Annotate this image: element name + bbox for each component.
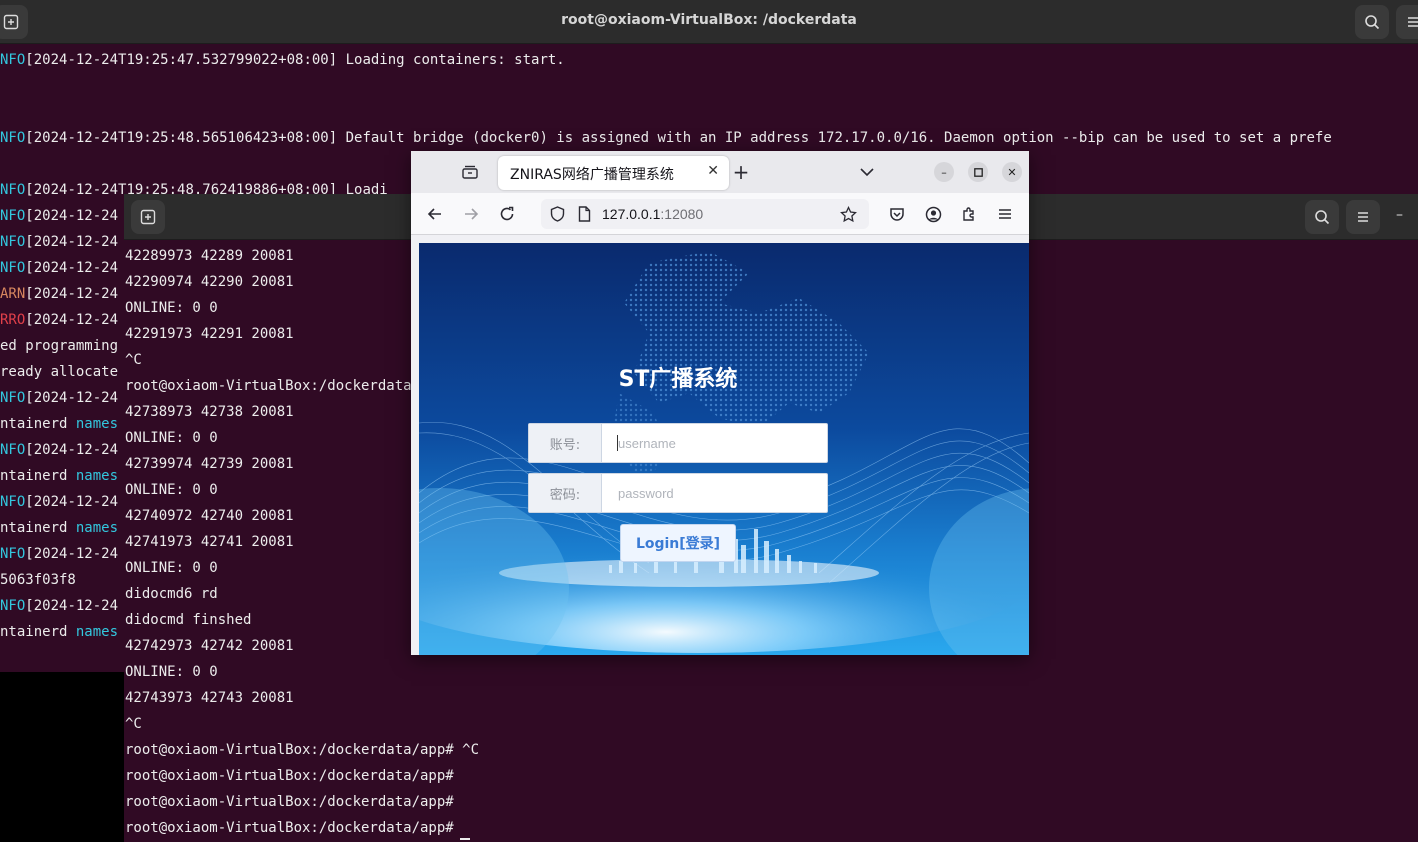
hamburger-menu-icon xyxy=(1358,212,1368,222)
terminal-line: 42739974 42739 20081 xyxy=(125,456,294,472)
minimize-icon[interactable]: – xyxy=(1396,207,1403,223)
terminal-line: root@oxiaom-VirtualBox:/dockerdata/app# xyxy=(125,794,454,810)
terminal-line: NFO[2024-12-24 xyxy=(0,494,119,510)
terminal-line: ONLINE: 0 0 xyxy=(125,300,218,316)
minimize-icon[interactable]: – xyxy=(934,162,954,182)
tab-bar: ZNIRAS网络广播管理系统 ✕ + – ✕ xyxy=(411,151,1029,193)
hamburger-menu-icon xyxy=(1408,17,1418,27)
terminal-line: NFO[2024-12-24 xyxy=(0,598,119,614)
close-icon[interactable]: ✕ xyxy=(1002,162,1022,182)
account-icon[interactable] xyxy=(923,204,943,224)
tab-title: ZNIRAS网络广播管理系统 xyxy=(510,167,674,183)
terminal-line: 42738973 42738 20081 xyxy=(125,404,294,420)
terminal-line: ONLINE: 0 0 xyxy=(125,482,218,498)
search-button[interactable] xyxy=(1355,5,1389,39)
password-field[interactable]: 密码: xyxy=(528,473,828,513)
url-bar[interactable]: 127.0.0.1:12080 xyxy=(541,199,869,229)
page-icon[interactable] xyxy=(575,205,593,223)
terminal-line: root@oxiaom-VirtualBox:/dockerdata/app# xyxy=(125,768,454,784)
login-page: ST广播系统 账号: 密码: Login[登录] xyxy=(419,243,1029,655)
username-field[interactable]: 账号: xyxy=(528,423,828,463)
puzzle-icon[interactable] xyxy=(959,204,979,224)
text-caret xyxy=(617,435,618,451)
terminal-line: RRO[2024-12-24 xyxy=(0,312,119,328)
close-icon[interactable]: ✕ xyxy=(707,163,719,179)
terminal-line: ^C xyxy=(125,352,142,368)
chevron-down-icon[interactable] xyxy=(856,163,878,181)
shield-icon[interactable] xyxy=(548,205,566,223)
terminal-line: 42740972 42740 20081 xyxy=(125,508,294,524)
terminal-line: ARN[2024-12-24 xyxy=(0,286,119,302)
arrow-left-icon[interactable] xyxy=(425,204,445,224)
pocket-icon[interactable] xyxy=(887,204,907,224)
terminal-line: 42741973 42741 20081 xyxy=(125,534,294,550)
terminal-header-back: root@oxiaom-VirtualBox: /dockerdata xyxy=(0,0,1418,44)
terminal-line: ntainerd names xyxy=(0,416,119,432)
new-tab-button[interactable] xyxy=(131,200,165,234)
terminal-prompt[interactable]: root@oxiaom-VirtualBox:/dockerdata/app# xyxy=(125,820,470,840)
new-tab-icon xyxy=(140,209,156,225)
terminal-line: ntainerd names xyxy=(0,624,119,640)
terminal-line: ONLINE: 0 0 xyxy=(125,430,218,446)
terminal-line: NFO[2024-12-24T19:25:48.565106423+08:00]… xyxy=(0,130,1332,146)
terminal-line: ntainerd names xyxy=(0,520,119,536)
terminal-line: NFO[2024-12-24 xyxy=(0,390,119,406)
username-label: 账号: xyxy=(529,424,602,462)
terminal-line: ready allocate xyxy=(0,364,119,380)
terminal-line: root@oxiaom-VirtualBox:/dockerdata/app# xyxy=(125,378,454,394)
password-input[interactable] xyxy=(603,474,827,512)
terminal-line: 5063f03f8 xyxy=(0,572,76,588)
terminal-line: ONLINE: 0 0 xyxy=(125,664,218,680)
terminal-line: 42290974 42290 20081 xyxy=(125,274,294,290)
search-icon xyxy=(1315,210,1330,225)
terminal-line: NFO[2024-12-24 xyxy=(0,442,119,458)
url-text: 127.0.0.1:12080 xyxy=(602,206,704,222)
terminal-line: 42289973 42289 20081 xyxy=(125,248,294,264)
terminal-line: root@oxiaom-VirtualBox:/dockerdata/app# … xyxy=(125,742,480,758)
tab-active[interactable]: ZNIRAS网络广播管理系统 ✕ xyxy=(498,156,729,190)
terminal-cursor xyxy=(459,838,470,840)
maximize-icon[interactable] xyxy=(968,162,988,182)
star-icon[interactable] xyxy=(839,205,857,223)
navigation-toolbar: 127.0.0.1:12080 xyxy=(411,193,1029,235)
terminal-line: ed programming xyxy=(0,338,119,354)
menu-button[interactable] xyxy=(1346,200,1380,234)
terminal-line: 42742973 42742 20081 xyxy=(125,638,294,654)
menu-button[interactable] xyxy=(1396,5,1418,39)
terminal-line: NFO[2024-12-24 xyxy=(0,260,119,276)
browser-window[interactable]: ZNIRAS网络广播管理系统 ✕ + – ✕ 127.0.0.1:12080 S… xyxy=(411,151,1029,655)
login-title: ST广播系统 xyxy=(618,367,738,392)
terminal-line: 42743973 42743 20081 xyxy=(125,690,294,706)
plus-icon[interactable]: + xyxy=(730,160,752,184)
search-button[interactable] xyxy=(1305,200,1339,234)
terminal-title: root@oxiaom-VirtualBox: /dockerdata xyxy=(561,12,857,28)
terminal-line: ntainerd names xyxy=(0,468,119,484)
terminal-line: NFO[2024-12-24 xyxy=(0,208,119,224)
username-input[interactable] xyxy=(603,424,827,462)
terminal-line: ^C xyxy=(125,716,142,732)
terminal-line: didocmd finshed xyxy=(125,612,252,628)
terminal-line: NFO[2024-12-24T19:25:47.532799022+08:00]… xyxy=(0,52,565,68)
terminal-line: ONLINE: 0 0 xyxy=(125,560,218,576)
terminal-line: 42291973 42291 20081 xyxy=(125,326,294,342)
password-label: 密码: xyxy=(529,474,602,512)
reload-icon[interactable] xyxy=(497,204,517,224)
browser-tabs-icon[interactable] xyxy=(459,163,481,181)
login-button[interactable]: Login[登录] xyxy=(620,524,736,562)
hamburger-menu-icon[interactable] xyxy=(995,204,1015,224)
arrow-right-icon[interactable] xyxy=(461,204,481,224)
search-icon xyxy=(1365,15,1380,30)
terminal-line: NFO[2024-12-24 xyxy=(0,234,119,250)
terminal-line: didocmd6 rd xyxy=(125,586,218,602)
terminal-line: NFO[2024-12-24 xyxy=(0,546,119,562)
